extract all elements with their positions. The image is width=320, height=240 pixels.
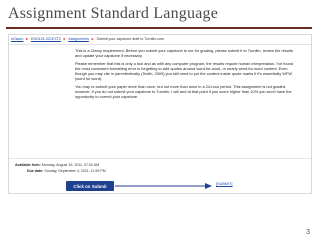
page-number: 3 <box>306 229 310 236</box>
slide-title: Assignment Standard Language <box>8 5 218 22</box>
lms-screenshot: eClasro ► ENG101-021EXT2 ► Assignments ►… <box>8 34 312 194</box>
submit-link[interactable]: [SUBMIT] <box>216 182 232 186</box>
arrow-icon <box>115 183 212 189</box>
click-on-submit-callout: Click on Submit <box>66 181 114 191</box>
title-divider <box>6 27 312 29</box>
